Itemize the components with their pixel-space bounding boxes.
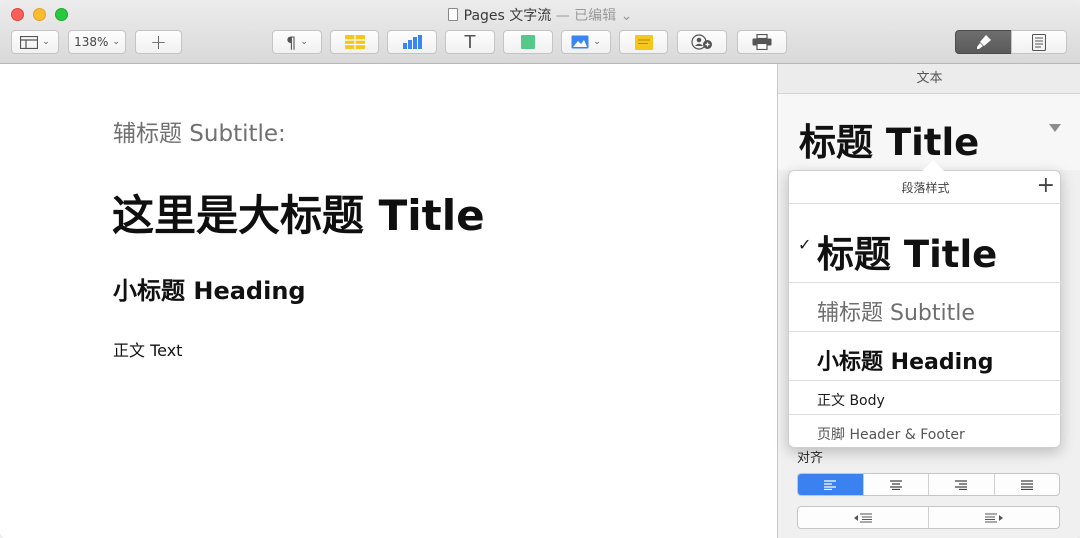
paragraph-icon: ¶: [286, 32, 297, 52]
toolbar: Pages 文字流 — 已编辑 ⌄ ⌄ 138% ⌄ + ¶ ⌄ T ⌄: [0, 0, 1080, 64]
shape-button[interactable]: [503, 30, 553, 54]
style-item-label: 正文 Body: [817, 393, 885, 409]
format-button[interactable]: [955, 30, 1012, 54]
paragraph-styles-popover: 段落样式 + ✓ 标题 Title 辅标题 Subtitle 小标题 Headi…: [788, 160, 1062, 449]
zoom-select[interactable]: 138% ⌄: [68, 30, 126, 54]
document-canvas[interactable]: 辅标题 Subtitle: 这里是大标题 Title 小标题 Heading 正…: [0, 64, 777, 538]
doc-title[interactable]: 这里是大标题 Title: [112, 182, 485, 243]
current-style-label: 标题 Title: [799, 121, 980, 164]
add-style-button[interactable]: +: [1037, 173, 1055, 199]
decrease-indent-icon: [854, 513, 872, 522]
checkmark-icon: ✓: [798, 235, 812, 254]
add-page-button[interactable]: +: [135, 30, 182, 54]
align-justify-icon: [1020, 479, 1033, 490]
align-left-icon: [824, 479, 837, 490]
print-icon: [752, 34, 772, 50]
table-button[interactable]: [330, 30, 379, 54]
edited-status: — 已编辑: [551, 8, 617, 24]
collaborate-icon: [691, 34, 712, 50]
doc-subtitle[interactable]: 辅标题 Subtitle:: [113, 114, 286, 148]
popover-header: 段落样式 +: [789, 171, 1062, 204]
doc-body-text[interactable]: 正文 Text: [113, 337, 182, 361]
doc-heading[interactable]: 小标题 Heading: [113, 271, 306, 306]
document-icon: [1032, 33, 1046, 51]
increase-indent-icon: [985, 513, 1003, 522]
alignment-control: [797, 473, 1060, 496]
shape-icon: [521, 35, 535, 49]
dropdown-triangle-icon: [1049, 124, 1061, 132]
comment-button[interactable]: [619, 30, 668, 54]
window-title: Pages 文字流 — 已编辑 ⌄: [0, 5, 1080, 25]
comment-icon: [634, 34, 653, 50]
style-item-title[interactable]: ✓ 标题 Title: [789, 204, 1062, 283]
popover-arrow: [922, 160, 944, 171]
window-title-text: Pages 文字流: [463, 8, 552, 24]
style-item-label: 标题 Title: [817, 233, 998, 276]
text-icon: T: [464, 31, 476, 53]
align-left-button[interactable]: [798, 474, 864, 495]
zoom-value: 138%: [74, 35, 109, 49]
paragraph-style-selector[interactable]: 标题 Title: [778, 94, 1080, 170]
insert-button[interactable]: ¶ ⌄: [272, 30, 322, 54]
media-icon: [571, 35, 589, 49]
view-button[interactable]: ⌄: [11, 30, 59, 54]
style-item-label: 辅标题 Subtitle: [817, 301, 975, 326]
title-chevron-down-icon[interactable]: ⌄: [621, 8, 633, 24]
text-box-button[interactable]: T: [445, 30, 495, 54]
table-icon: [344, 35, 365, 49]
style-item-label: 小标题 Heading: [817, 350, 994, 375]
popover-title: 段落样式: [901, 181, 950, 195]
align-justify-button[interactable]: [995, 474, 1060, 495]
chevron-down-icon: ⌄: [42, 37, 50, 47]
align-right-icon: [955, 479, 968, 490]
print-button[interactable]: [737, 30, 787, 54]
style-item-subtitle[interactable]: 辅标题 Subtitle: [789, 283, 1062, 332]
document-icon: [447, 8, 458, 21]
view-icon: [20, 35, 39, 49]
chevron-down-icon: ⌄: [300, 37, 308, 47]
indent-control: [797, 506, 1060, 529]
align-center-button[interactable]: [864, 474, 929, 495]
increase-indent-button[interactable]: [929, 507, 1059, 528]
chevron-down-icon: ⌄: [112, 37, 120, 47]
document-setup-button[interactable]: [1011, 30, 1067, 54]
pages-window: Pages 文字流 — 已编辑 ⌄ ⌄ 138% ⌄ + ¶ ⌄ T ⌄ 辅标题…: [0, 0, 1080, 538]
media-button[interactable]: ⌄: [561, 30, 611, 54]
alignment-label: 对齐: [797, 451, 824, 466]
style-item-header-footer[interactable]: 页脚 Header & Footer: [789, 415, 1062, 449]
style-item-body[interactable]: 正文 Body: [789, 381, 1062, 415]
align-right-button[interactable]: [929, 474, 995, 495]
collaborate-button[interactable]: [677, 30, 727, 54]
plus-icon: +: [150, 30, 167, 54]
align-center-icon: [889, 479, 902, 490]
tab-text[interactable]: 文本: [778, 64, 1080, 94]
chart-icon: [403, 35, 422, 49]
chevron-down-icon: ⌄: [593, 37, 601, 47]
style-item-label: 页脚 Header & Footer: [817, 427, 965, 443]
style-item-heading[interactable]: 小标题 Heading: [789, 332, 1062, 381]
decrease-indent-button[interactable]: [798, 507, 929, 528]
format-brush-icon: [976, 35, 991, 49]
chart-button[interactable]: [387, 30, 437, 54]
